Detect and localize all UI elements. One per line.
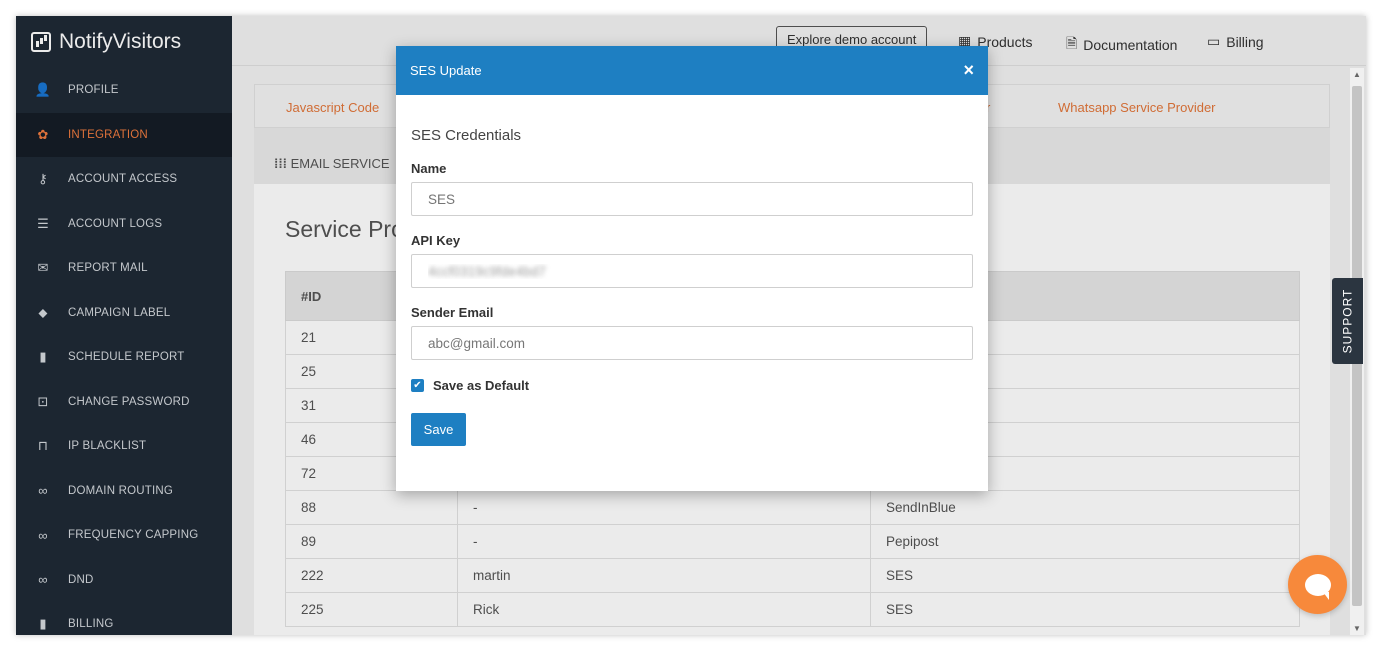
- close-icon[interactable]: ×: [963, 60, 974, 81]
- ses-update-modal: SES Update × SES Credentials Name API Ke…: [396, 46, 988, 491]
- scroll-down-icon[interactable]: ▼: [1353, 624, 1361, 633]
- name-input[interactable]: [411, 182, 973, 216]
- section-title: SES Credentials: [411, 127, 522, 144]
- chat-icon: [1304, 573, 1331, 600]
- support-label: SUPPORT: [1340, 288, 1355, 354]
- sender-email-input[interactable]: [411, 326, 973, 360]
- support-tab[interactable]: SUPPORT: [1332, 278, 1363, 364]
- app-window: NotifyVisitors 👤 PROFILE ✿ INTEGRATION ⚷ ACCO…: [16, 16, 1366, 635]
- save-button[interactable]: Save: [411, 413, 466, 446]
- checkbox-checked-icon[interactable]: ✔: [411, 379, 424, 392]
- api-key-input[interactable]: [411, 254, 973, 288]
- chat-bubble-button[interactable]: [1288, 555, 1347, 614]
- modal-title: SES Update: [410, 63, 482, 78]
- scroll-up-icon[interactable]: ▲: [1353, 70, 1361, 79]
- api-key-label: API Key: [411, 233, 461, 248]
- sender-email-label: Sender Email: [411, 305, 494, 320]
- modal-header: SES Update ×: [396, 46, 988, 95]
- save-as-default-label: Save as Default: [433, 378, 530, 393]
- save-as-default-checkbox[interactable]: ✔ Save as Default: [411, 378, 529, 393]
- name-label: Name: [411, 161, 447, 176]
